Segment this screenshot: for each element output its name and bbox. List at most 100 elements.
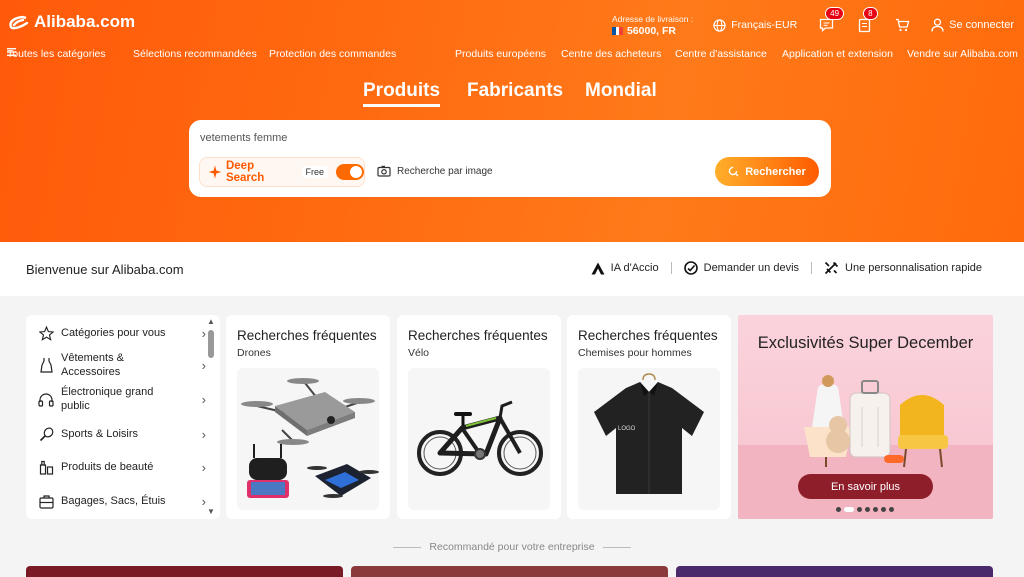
image-search-button[interactable]: Recherche par image bbox=[377, 165, 493, 177]
card-title: Recherches fréquentes bbox=[578, 328, 718, 343]
chevron-right-icon: › bbox=[201, 357, 206, 373]
category-item-for-you[interactable]: Catégories pour vous › bbox=[26, 324, 206, 342]
category-scrollbar[interactable]: ▲ ▼ bbox=[207, 317, 215, 516]
nav-link-sell[interactable]: Vendre sur Alibaba.com bbox=[907, 48, 1018, 60]
customization-link[interactable]: Une personnalisation rapide bbox=[824, 261, 982, 275]
nav-link-buyer-center[interactable]: Centre des acheteurs bbox=[561, 48, 661, 60]
orders-button[interactable]: 8 bbox=[855, 7, 878, 34]
welcome-links: IA d'Accio Demander un devis Une personn… bbox=[591, 261, 982, 275]
deep-search-free-badge: Free bbox=[301, 166, 329, 178]
carousel-dot[interactable] bbox=[873, 507, 878, 512]
logo-text: Alibaba.com bbox=[34, 12, 136, 31]
cart-icon bbox=[895, 18, 910, 32]
dress-icon bbox=[37, 356, 55, 374]
learn-more-button[interactable]: En savoir plus bbox=[798, 474, 933, 499]
messages-badge: 49 bbox=[825, 7, 845, 20]
alibaba-logo-icon bbox=[9, 15, 29, 30]
carousel-dots[interactable] bbox=[836, 507, 894, 512]
search-tabs: Produits Fabricants Mondial bbox=[0, 80, 1024, 110]
sparkle-icon bbox=[208, 165, 222, 179]
nav-link-help-center[interactable]: Centre d'assistance bbox=[675, 48, 767, 60]
card-subtitle: Chemises pour hommes bbox=[578, 347, 692, 359]
star-icon bbox=[37, 324, 55, 342]
alibaba-logo[interactable]: Alibaba.com bbox=[8, 12, 135, 32]
divider bbox=[670, 262, 672, 274]
chat-icon bbox=[819, 18, 833, 32]
tab-worldwide[interactable]: Mondial bbox=[585, 80, 657, 102]
frequent-search-card-drones[interactable]: Recherches fréquentes Drones bbox=[226, 315, 390, 519]
search-button-label: Rechercher bbox=[745, 165, 806, 178]
camera-icon bbox=[377, 165, 391, 177]
card-subtitle: Vélo bbox=[408, 347, 430, 359]
messages-button[interactable]: 49 bbox=[817, 7, 845, 34]
category-item-electronics[interactable]: Électronique grand public › bbox=[26, 385, 206, 413]
scroll-up-icon[interactable]: ▲ bbox=[207, 317, 215, 326]
user-icon bbox=[931, 18, 944, 32]
bike-image bbox=[408, 368, 550, 510]
category-item-clothing[interactable]: Vêtements & Accessoires › bbox=[26, 351, 206, 379]
search-button[interactable]: Rechercher bbox=[715, 157, 819, 186]
deep-search-switch[interactable] bbox=[336, 164, 364, 180]
tab-products[interactable]: Produits bbox=[363, 80, 441, 107]
accio-icon bbox=[591, 262, 605, 274]
cart-button[interactable] bbox=[893, 16, 911, 34]
request-quote-link[interactable]: Demander un devis bbox=[683, 261, 800, 275]
category-item-sports[interactable]: Sports & Loisirs › bbox=[26, 425, 206, 443]
carousel-dot[interactable] bbox=[865, 507, 870, 512]
nav-link-recommended[interactable]: Sélections recommandées bbox=[133, 48, 257, 60]
delivery-address[interactable]: Adresse de livraison : 56000, FR bbox=[611, 13, 694, 37]
language-label: Français-EUR bbox=[731, 19, 798, 31]
language-selector[interactable]: Français-EUR bbox=[713, 18, 798, 32]
recommended-card-preview[interactable] bbox=[351, 566, 668, 577]
accio-ai-label: IA d'Accio bbox=[610, 262, 659, 274]
carousel-dot-active[interactable] bbox=[844, 507, 854, 512]
deep-search-toggle-group[interactable]: Deep Search Free bbox=[199, 157, 365, 187]
chevron-right-icon: › bbox=[201, 391, 206, 407]
tab-manufacturers[interactable]: Fabricants bbox=[467, 80, 563, 102]
quote-icon bbox=[683, 261, 698, 275]
carousel-dot[interactable] bbox=[836, 507, 841, 512]
category-label: Catégories pour vous bbox=[61, 327, 166, 339]
accio-ai-link[interactable]: IA d'Accio bbox=[591, 262, 659, 275]
promo-banner[interactable]: Exclusivités Super December En savoir pl… bbox=[738, 315, 993, 519]
nav-link-app-extension[interactable]: Application et extension bbox=[782, 48, 893, 60]
deep-search-label: Deep Search bbox=[225, 160, 265, 184]
search-icon bbox=[728, 166, 739, 177]
beauty-icon bbox=[37, 458, 55, 476]
search-input[interactable]: vetements femme bbox=[200, 132, 287, 144]
scroll-thumb[interactable] bbox=[208, 330, 214, 358]
search-box: vetements femme Deep Search Free Recherc… bbox=[189, 120, 831, 197]
category-label: Vêtements & Accessoires bbox=[61, 352, 124, 378]
main-nav: Toutes les catégories Sélections recomma… bbox=[0, 48, 1024, 62]
category-item-beauty[interactable]: Produits de beauté › bbox=[26, 458, 206, 476]
card-title: Recherches fréquentes bbox=[237, 328, 377, 343]
all-categories-label: Toutes les catégories bbox=[7, 48, 106, 60]
image-search-label: Recherche par image bbox=[397, 165, 493, 177]
france-flag-icon bbox=[611, 27, 623, 35]
headphones-icon bbox=[37, 390, 55, 408]
scroll-down-icon[interactable]: ▼ bbox=[207, 507, 215, 516]
signin-label: Se connecter bbox=[949, 19, 1014, 31]
carousel-dot[interactable] bbox=[881, 507, 886, 512]
chevron-right-icon: › bbox=[201, 325, 206, 341]
frequent-search-card-bike[interactable]: Recherches fréquentes Vélo bbox=[397, 315, 561, 519]
frequent-search-card-shirts[interactable]: Recherches fréquentes Chemises pour homm… bbox=[567, 315, 731, 519]
carousel-dot[interactable] bbox=[889, 507, 894, 512]
request-quote-label: Demander un devis bbox=[703, 262, 800, 274]
nav-link-order-protection[interactable]: Protection des commandes bbox=[269, 48, 396, 60]
drone-image bbox=[237, 368, 379, 510]
nav-link-european-products[interactable]: Produits européens bbox=[455, 48, 546, 60]
category-item-luggage[interactable]: Bagages, Sacs, Étuis › bbox=[26, 492, 206, 510]
all-categories-link[interactable]: Toutes les catégories bbox=[7, 48, 106, 60]
promo-title: Exclusivités Super December bbox=[757, 334, 974, 352]
carousel-dot[interactable] bbox=[857, 507, 862, 512]
delivery-label: Adresse de livraison : bbox=[611, 14, 694, 24]
tools-icon bbox=[824, 261, 839, 275]
signin-button[interactable]: Se connecter bbox=[931, 18, 1014, 32]
top-right-toolbar: Adresse de livraison : 56000, FR Françai… bbox=[611, 7, 1014, 40]
category-label: Bagages, Sacs, Étuis bbox=[61, 495, 166, 507]
category-list: Catégories pour vous › Vêtements & Acces… bbox=[26, 315, 220, 519]
recommended-card-preview[interactable] bbox=[26, 566, 343, 577]
recommended-card-preview[interactable] bbox=[676, 566, 993, 577]
category-label: Produits de beauté bbox=[61, 461, 154, 473]
